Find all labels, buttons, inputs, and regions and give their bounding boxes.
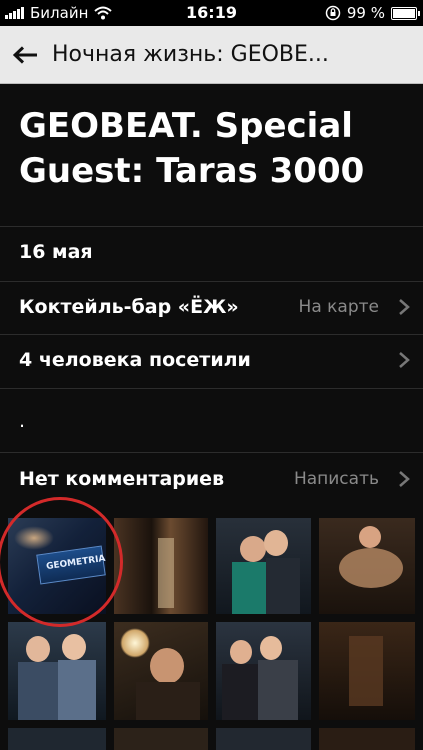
photo-thumbnail[interactable] — [8, 622, 106, 720]
photo-thumbnail[interactable] — [216, 622, 311, 720]
photo-thumbnail[interactable] — [216, 728, 311, 750]
battery-icon — [391, 6, 420, 20]
event-description: . — [19, 410, 26, 432]
event-title: GEOBEAT. Special Guest: Taras 3000 — [19, 106, 365, 191]
venue-name: Коктейль-бар «ЁЖ» — [19, 296, 239, 318]
description-row: . — [0, 392, 423, 450]
photo-thumbnail[interactable] — [319, 518, 415, 614]
event-date: 16 мая — [19, 241, 93, 263]
photo-thumbnail[interactable] — [114, 518, 208, 614]
visitors-count: 4 человека посетили — [19, 349, 251, 371]
divider — [0, 388, 423, 389]
highlight-circle — [0, 497, 123, 627]
status-bar: Билайн 16:19 99 % — [0, 0, 423, 26]
photo-thumbnail[interactable] — [319, 622, 415, 720]
photo-thumbnail[interactable] — [8, 728, 106, 750]
nav-header: Ночная жизнь: GEOBE... — [0, 26, 423, 84]
photo-thumbnail[interactable] — [114, 728, 208, 750]
venue-row[interactable]: Коктейль-бар «ЁЖ» На карте — [0, 278, 423, 336]
visitors-row[interactable]: 4 человека посетили — [0, 331, 423, 389]
back-button[interactable] — [0, 26, 52, 84]
photo-thumbnail[interactable] — [114, 622, 208, 720]
map-link[interactable]: На карте — [299, 297, 379, 317]
back-arrow-icon — [13, 45, 37, 64]
chevron-right-icon — [399, 471, 410, 487]
chevron-right-icon — [399, 352, 410, 368]
status-right: 99 % — [325, 4, 420, 22]
battery-percent: 99 % — [346, 4, 385, 22]
comments-status: Нет комментариев — [19, 468, 225, 490]
event-date-row: 16 мая — [0, 223, 423, 281]
rotation-lock-icon — [325, 5, 341, 21]
write-comment-link[interactable]: Написать — [294, 469, 379, 489]
chevron-right-icon — [399, 299, 410, 315]
header-title: Ночная жизнь: GEOBE... — [52, 42, 329, 67]
photo-thumbnail[interactable] — [216, 518, 311, 614]
photo-thumbnail[interactable] — [319, 728, 415, 750]
